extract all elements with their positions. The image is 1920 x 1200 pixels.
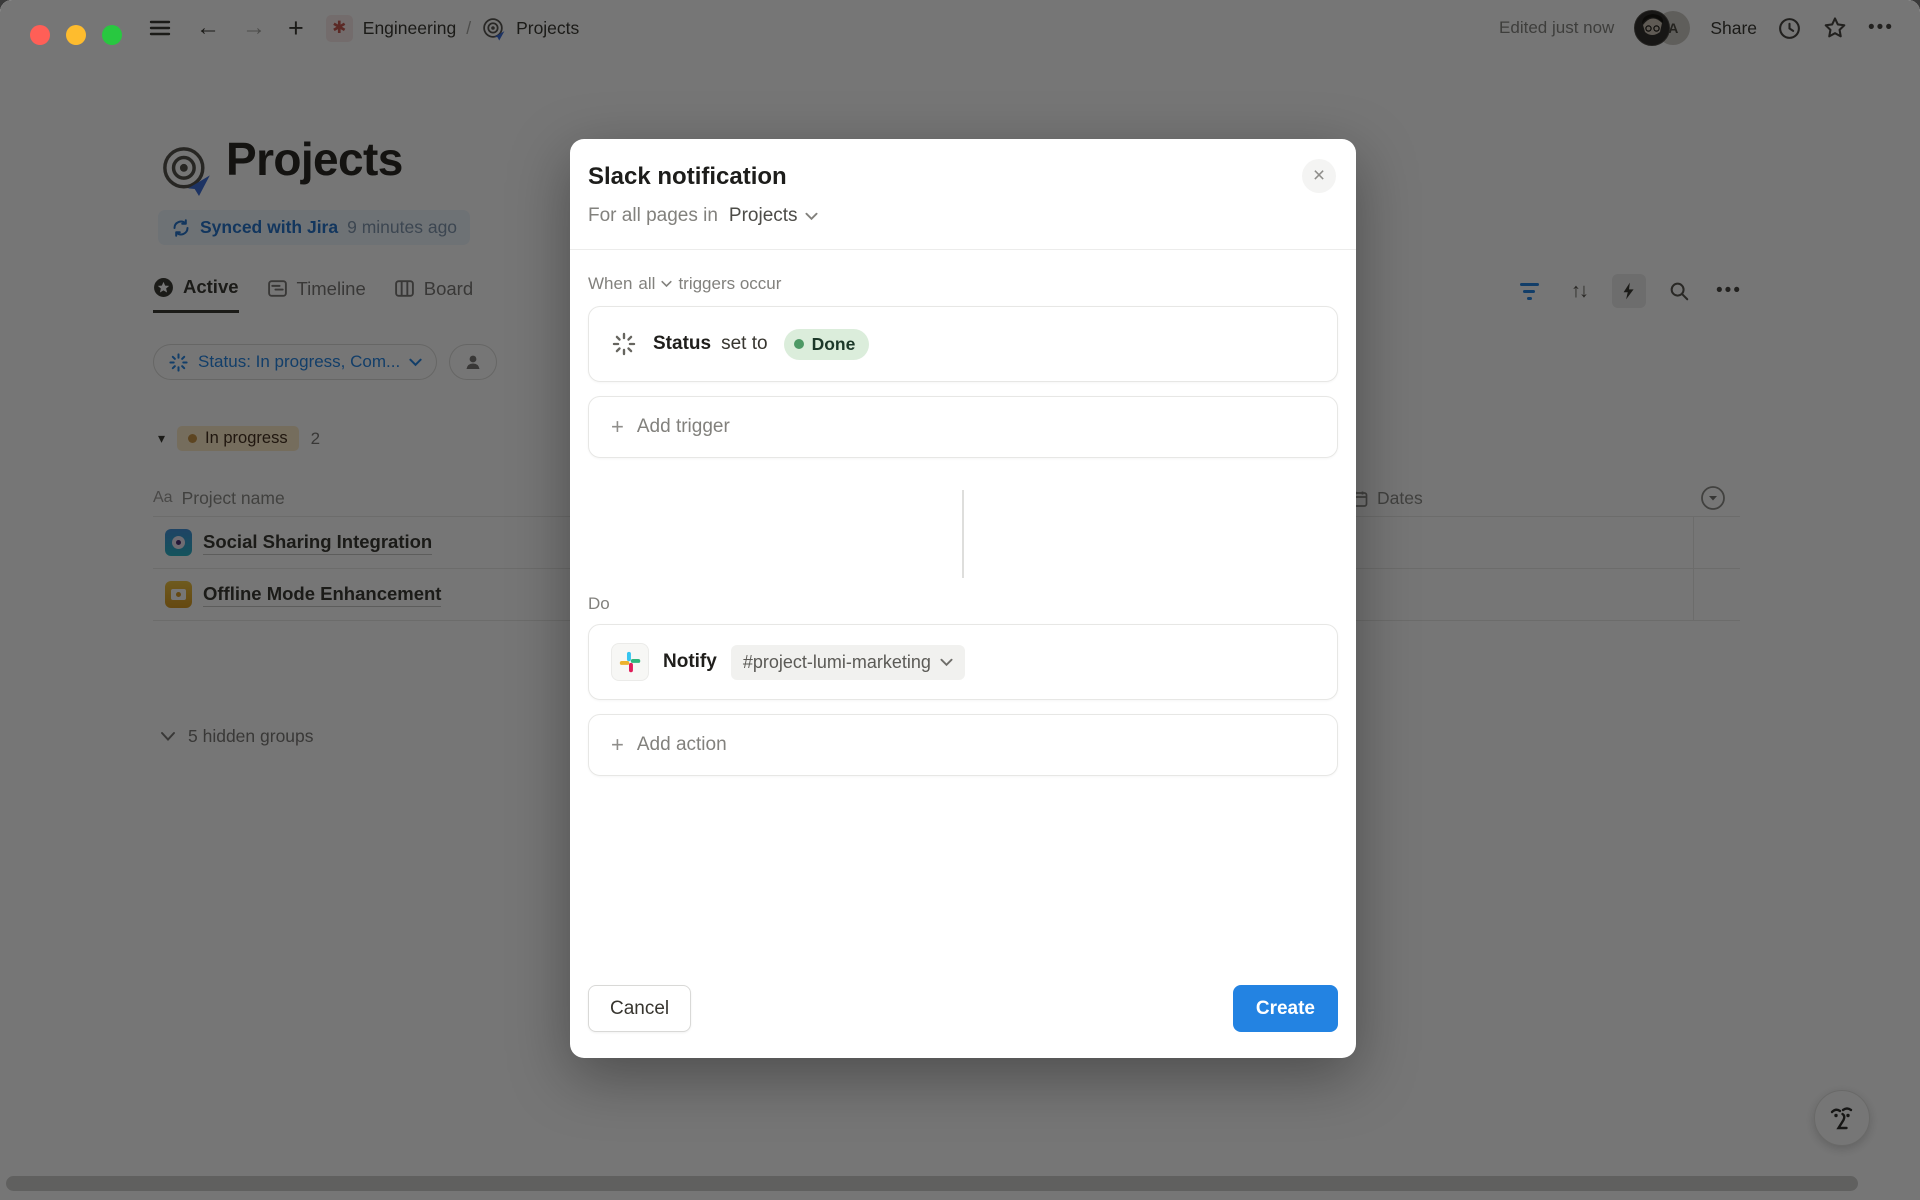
close-window-button[interactable] bbox=[30, 25, 50, 45]
trigger-card[interactable]: Status set to Done bbox=[588, 306, 1338, 382]
scope-row: For all pages in Projects bbox=[588, 205, 1338, 227]
slack-logo-icon bbox=[619, 651, 641, 673]
chevron-down-icon[interactable] bbox=[805, 212, 818, 221]
status-spinner-icon bbox=[611, 331, 637, 357]
when-prefix: When bbox=[588, 274, 632, 294]
zoom-window-button[interactable] bbox=[102, 25, 122, 45]
cancel-button[interactable]: Cancel bbox=[588, 985, 691, 1032]
slack-notification-modal: × Slack notification For all pages in Pr… bbox=[570, 139, 1356, 1058]
modal-divider bbox=[570, 249, 1356, 250]
slack-channel-dropdown[interactable]: #project-lumi-marketing bbox=[731, 645, 965, 680]
trigger-property: Status bbox=[653, 333, 711, 355]
trigger-condition-dropdown[interactable]: all bbox=[638, 274, 655, 294]
when-suffix: triggers occur bbox=[678, 274, 781, 294]
modal-footer: Cancel Create bbox=[588, 985, 1338, 1032]
status-dot-icon bbox=[794, 339, 804, 349]
plus-icon: + bbox=[611, 734, 624, 756]
flow-connector-line bbox=[962, 490, 964, 578]
add-trigger-label: Add trigger bbox=[637, 416, 730, 438]
create-button[interactable]: Create bbox=[1233, 985, 1338, 1032]
do-section-label: Do bbox=[588, 594, 1338, 614]
plus-icon: + bbox=[611, 416, 624, 438]
add-trigger-button[interactable]: + Add trigger bbox=[588, 396, 1338, 458]
scope-page-dropdown[interactable]: Projects bbox=[729, 205, 798, 227]
action-verb: Notify bbox=[663, 651, 717, 673]
modal-title: Slack notification bbox=[588, 163, 1338, 191]
app-window: ← → + ✱ Engineering / Projects bbox=[0, 0, 1920, 1200]
window-controls bbox=[30, 25, 122, 45]
action-card[interactable]: Notify #project-lumi-marketing bbox=[588, 624, 1338, 700]
trigger-value-pill[interactable]: Done bbox=[784, 329, 870, 360]
chevron-down-icon bbox=[940, 658, 953, 667]
trigger-verb: set to bbox=[721, 333, 767, 355]
trigger-value: Done bbox=[812, 334, 856, 355]
slack-app-icon bbox=[611, 643, 649, 681]
when-triggers-row: When all triggers occur bbox=[588, 274, 1338, 294]
scope-prefix: For all pages in bbox=[588, 205, 718, 227]
slack-channel: #project-lumi-marketing bbox=[743, 652, 931, 673]
add-action-button[interactable]: + Add action bbox=[588, 714, 1338, 776]
close-modal-button[interactable]: × bbox=[1302, 159, 1336, 193]
chevron-down-icon[interactable] bbox=[661, 280, 672, 288]
minimize-window-button[interactable] bbox=[66, 25, 86, 45]
add-action-label: Add action bbox=[637, 734, 727, 756]
close-icon: × bbox=[1313, 164, 1325, 188]
